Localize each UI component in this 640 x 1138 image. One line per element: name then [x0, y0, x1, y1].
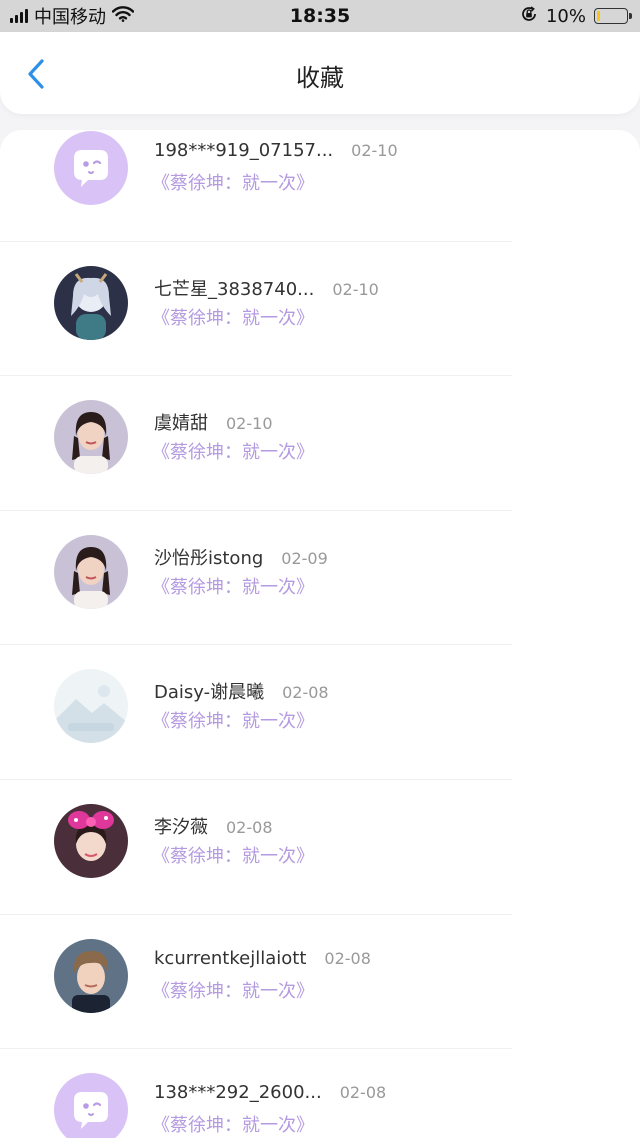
favorite-date: 02-09: [281, 548, 328, 568]
avatar[interactable]: [54, 938, 128, 1013]
favorite-date: 02-10: [226, 414, 273, 434]
song-title: 《蔡徐坤：就一次》: [152, 307, 314, 329]
name-line: Daisy-谢晨曦 02-08: [154, 678, 329, 704]
name-line: 虞婧甜 02-10: [154, 409, 273, 435]
avatar[interactable]: [54, 804, 128, 878]
song-title: 《蔡徐坤：就一次》: [152, 442, 314, 464]
battery-icon: [594, 8, 632, 24]
song-title: 《蔡徐坤：就一次》: [152, 711, 314, 733]
user-name: 138***292_2600...: [154, 1082, 322, 1104]
name-line: kcurrentkejllaiott 02-08: [154, 948, 371, 969]
name-line: 138***292_2600... 02-08: [154, 1082, 386, 1103]
user-name: 沙怡彤istong: [154, 547, 264, 569]
user-name: 虞婧甜: [154, 413, 208, 435]
user-name: 李汐薇: [154, 817, 208, 838]
list-item[interactable]: kcurrentkejllaiott 02-08 《蔡徐坤：就一次》: [0, 915, 640, 1050]
avatar[interactable]: [54, 400, 128, 475]
avatar[interactable]: [54, 1073, 128, 1138]
status-bar: 中国移动 18:35 10%: [0, 0, 640, 32]
list-item[interactable]: 沙怡彤istong 02-09 《蔡徐坤：就一次》: [0, 511, 640, 646]
name-line: 198***919_07157... 02-10: [154, 140, 398, 161]
avatar[interactable]: [54, 265, 128, 340]
name-line: 李汐薇 02-08: [154, 813, 273, 839]
list-item[interactable]: Daisy-谢晨曦 02-08 《蔡徐坤：就一次》: [0, 645, 640, 780]
battery-percent: 10%: [545, 5, 586, 27]
favorite-date: 02-08: [324, 948, 371, 968]
user-name: 198***919_07157...: [154, 140, 334, 161]
song-title: 《蔡徐坤：就一次》: [152, 576, 314, 598]
user-name: 七芒星_3838740...: [154, 278, 315, 300]
favorite-date: 02-08: [226, 818, 273, 837]
name-line: 沙怡彤istong 02-09: [154, 544, 328, 570]
name-line: 七芒星_3838740... 02-10: [154, 275, 379, 301]
avatar[interactable]: [54, 669, 128, 744]
list-item[interactable]: 198***919_07157... 02-10 《蔡徐坤：就一次》: [0, 130, 640, 242]
avatar[interactable]: [54, 131, 128, 205]
user-name: kcurrentkejllaiott: [154, 947, 307, 969]
list-item[interactable]: 七芒星_3838740... 02-10 《蔡徐坤：就一次》: [0, 242, 640, 377]
song-title: 《蔡徐坤：就一次》: [152, 846, 314, 867]
status-right: 10%: [520, 0, 632, 32]
favorite-date: 02-08: [339, 1083, 387, 1103]
favorites-list[interactable]: 198***919_07157... 02-10 《蔡徐坤：就一次》 七芒星_3…: [0, 130, 640, 1138]
list-item[interactable]: 138***292_2600... 02-08 《蔡徐坤：就一次》: [0, 1049, 640, 1138]
favorite-date: 02-10: [332, 279, 379, 299]
list-item[interactable]: 李汐薇 02-08 《蔡徐坤：就一次》: [0, 780, 640, 915]
favorite-date: 02-08: [282, 683, 329, 703]
rotation-lock-icon: [520, 5, 538, 28]
song-title: 《蔡徐坤：就一次》: [152, 980, 314, 1002]
song-title: 《蔡徐坤：就一次》: [152, 173, 314, 194]
nav-header: 收藏: [0, 32, 640, 114]
list-item[interactable]: 虞婧甜 02-10 《蔡徐坤：就一次》: [0, 376, 640, 511]
user-name: Daisy-谢晨曦: [154, 682, 265, 704]
page-title: 收藏: [296, 64, 344, 92]
avatar[interactable]: [54, 534, 128, 609]
song-title: 《蔡徐坤：就一次》: [152, 1115, 314, 1137]
favorite-date: 02-10: [351, 141, 398, 160]
